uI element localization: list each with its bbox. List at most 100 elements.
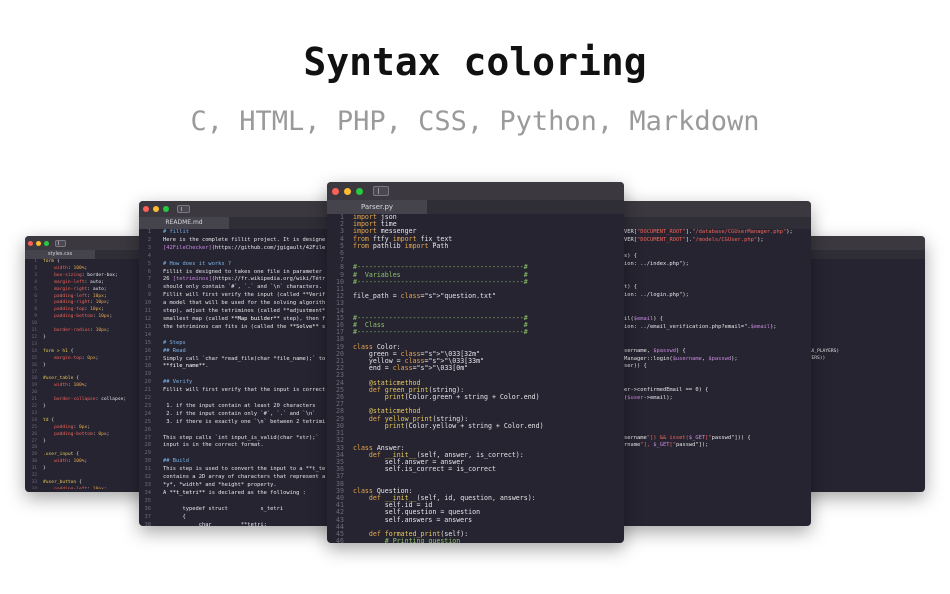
code-line: contains a 2D array of characters that r… xyxy=(163,474,326,481)
line-number: 3 xyxy=(147,244,151,251)
code-line: #user_button { xyxy=(43,480,82,485)
window-titlebar xyxy=(139,201,339,217)
line-number: 11 xyxy=(31,328,37,334)
line-number: 12 xyxy=(31,334,37,340)
line-number: 16 xyxy=(144,347,152,354)
code-line: width: 100%; xyxy=(54,265,88,271)
code-line: ## Verify xyxy=(163,379,193,386)
line-number: 23 xyxy=(144,402,152,409)
code-line: ## Build xyxy=(163,458,189,465)
line-number: 20 xyxy=(144,379,152,386)
tab-parser-py[interactable]: Parser.py xyxy=(327,200,427,214)
python-editor-window: Parser.py 1 2 3 4 5 6 7 8 9 10 11 12 13 14 15 16 17 18 19 2… xyxy=(327,182,624,543)
line-number: 26 xyxy=(144,426,152,433)
code-line: should only contain `#`, `.` and `\n` ch… xyxy=(163,284,323,291)
markdown-editor-window: README.md 1 2 3 4 5 6 7 8 9 10 11 12 13 14 15 16 17 18 19 2… xyxy=(139,201,339,526)
code-line: #---------------------------------------… xyxy=(353,277,528,286)
code-line: margin-top: 0px; xyxy=(54,355,99,361)
close-icon[interactable] xyxy=(332,187,339,195)
code-line: typedef struct s_tetri xyxy=(163,505,284,512)
close-icon[interactable] xyxy=(28,240,33,246)
line-number: 6 xyxy=(147,268,151,275)
code-lines: form { width: 100%; box-sizing: border-b… xyxy=(43,259,143,489)
code-line: sername, $passwd) { xyxy=(624,347,686,354)
line-number: 5 xyxy=(147,260,151,267)
sidebar-toggle-icon[interactable] xyxy=(373,186,389,196)
line-numbers: 1 2 3 4 5 6 7 8 9 10 11 12 13 14 15 16 17 18 19 20 21 22 23 24 2… xyxy=(327,214,344,543)
line-number: 27 xyxy=(144,434,152,441)
code-area[interactable]: 1 2 3 4 5 6 7 8 9 10 11 12 13 14 15 16 17 18 19 20 21 22 23 24 2… xyxy=(327,214,624,543)
minimize-icon[interactable] xyxy=(36,240,41,246)
code-line: 26 [tetriminos](https://fr.wikipedia.org… xyxy=(163,276,326,283)
zoom-icon[interactable] xyxy=(356,187,363,195)
code-line: s) { xyxy=(624,252,637,259)
code-line: form > h1 { xyxy=(43,348,74,354)
code-lines: VER["DOCUMENT_ROOT"]."/database/CGUserMa… xyxy=(624,229,793,450)
code-line: char **tetri; xyxy=(163,521,267,526)
code-line: ser)) { xyxy=(624,363,647,370)
line-number: 3 xyxy=(34,272,37,278)
line-number: 16 xyxy=(31,362,37,368)
minimize-icon[interactable] xyxy=(153,206,159,212)
code-line: self.answers = answers xyxy=(353,515,473,524)
line-number: 10 xyxy=(144,300,152,307)
minimize-icon[interactable] xyxy=(344,187,351,195)
line-number: 2 xyxy=(34,265,37,271)
code-line: } xyxy=(43,466,46,472)
tab-readme-md[interactable]: README.md xyxy=(139,217,229,229)
code-line: } xyxy=(43,438,46,444)
code-line: from pathlib import Path xyxy=(353,241,449,250)
line-number: 13 xyxy=(144,323,152,330)
line-number: 14 xyxy=(144,331,152,338)
code-area[interactable]: 1 2 3 4 5 6 7 8 9 10 11 12 13 14 15 16 17 18 19 20 21 22 23 24 2… xyxy=(139,229,339,526)
line-number: 32 xyxy=(31,473,37,479)
line-number: 33 xyxy=(144,482,152,488)
code-line: border-collapse: collapse; xyxy=(54,397,127,403)
zoom-icon[interactable] xyxy=(163,206,169,212)
sidebar-toggle-icon[interactable] xyxy=(177,205,190,213)
code-line: td { xyxy=(43,417,55,423)
line-numbers: 1 2 3 4 5 6 7 8 9 10 11 12 13 14 15 16 17 18 19 20 21 22 23 24 2… xyxy=(25,259,37,489)
line-number: 29 xyxy=(144,450,152,457)
code-line: #---------------------------------------… xyxy=(353,328,528,337)
code-lines: # fillit Here is the complete fillit proj… xyxy=(163,229,325,526)
code-line: ion: ../email_verification.php?email=".$… xyxy=(624,323,777,330)
line-number: 34 xyxy=(25,487,37,489)
zoom-icon[interactable] xyxy=(44,240,49,246)
code-line: width: 100%; xyxy=(54,383,88,389)
tab-styles-css[interactable]: styles.css xyxy=(25,250,95,259)
line-number: 4 xyxy=(34,279,37,285)
tab-bar: Parser.py xyxy=(327,200,624,214)
sidebar-toggle-icon[interactable] xyxy=(55,239,66,247)
code-line: er->confirmedEmail == 0) { xyxy=(624,387,709,394)
line-number: 1 xyxy=(34,259,37,264)
code-line: # fillit xyxy=(163,229,189,235)
code-line: ## Read xyxy=(163,347,186,354)
line-number: 15 xyxy=(31,355,37,361)
line-number: 34 xyxy=(144,489,152,496)
line-number: 33 xyxy=(31,480,37,485)
line-number: 26 xyxy=(31,431,37,437)
close-icon[interactable] xyxy=(143,206,149,212)
code-line: the tetriminos can fits in (called the *… xyxy=(163,323,326,330)
line-number: 24 xyxy=(31,417,37,423)
code-line: This step is used to convert the input t… xyxy=(163,466,326,473)
code-line: ion: ../index.php"); xyxy=(624,260,689,267)
code-area[interactable]: VER["DOCUMENT_ROOT"]."/database/CGUserMa… xyxy=(610,229,811,526)
line-number: 15 xyxy=(144,339,152,346)
line-number: 28 xyxy=(144,442,152,449)
